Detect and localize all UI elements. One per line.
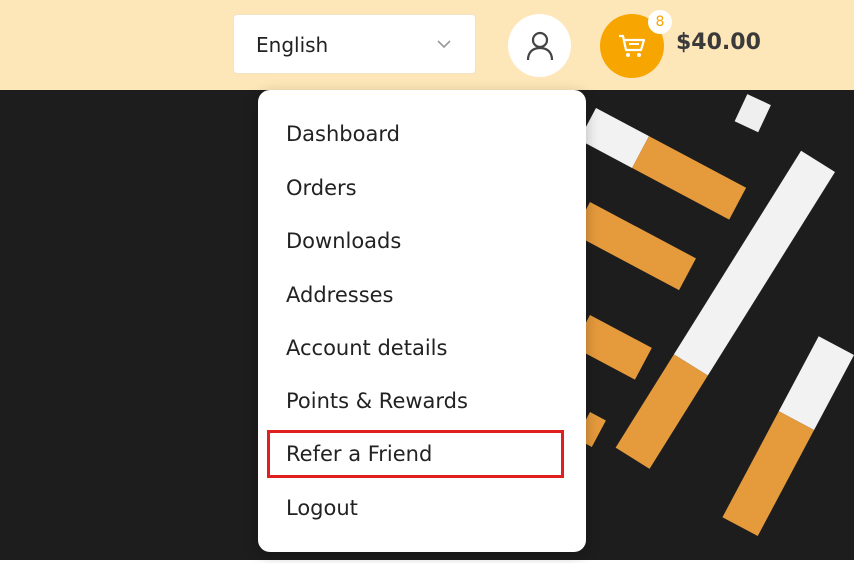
language-selected-value: English [256, 33, 329, 57]
menu-item-downloads[interactable]: Downloads [286, 229, 401, 253]
header-bar: English 8 $40.00 [0, 0, 854, 90]
menu-item-addresses[interactable]: Addresses [286, 283, 394, 307]
cart-count-badge: 8 [648, 10, 672, 34]
menu-item-account-details[interactable]: Account details [286, 336, 447, 360]
cart-icon [619, 34, 646, 57]
menu-item-dashboard[interactable]: Dashboard [286, 122, 400, 146]
menu-item-orders[interactable]: Orders [286, 176, 357, 200]
user-icon [526, 31, 553, 60]
cart-total[interactable]: $40.00 [676, 30, 761, 55]
menu-item-logout[interactable]: Logout [286, 496, 358, 520]
account-dropdown-menu: Dashboard Orders Downloads Addresses Acc… [258, 90, 586, 552]
highlight-box-refer-a-friend [267, 430, 564, 478]
account-button[interactable] [508, 14, 571, 77]
menu-item-points-rewards[interactable]: Points & Rewards [286, 389, 468, 413]
chevron-down-icon [437, 40, 451, 49]
language-select[interactable]: English [233, 14, 476, 74]
